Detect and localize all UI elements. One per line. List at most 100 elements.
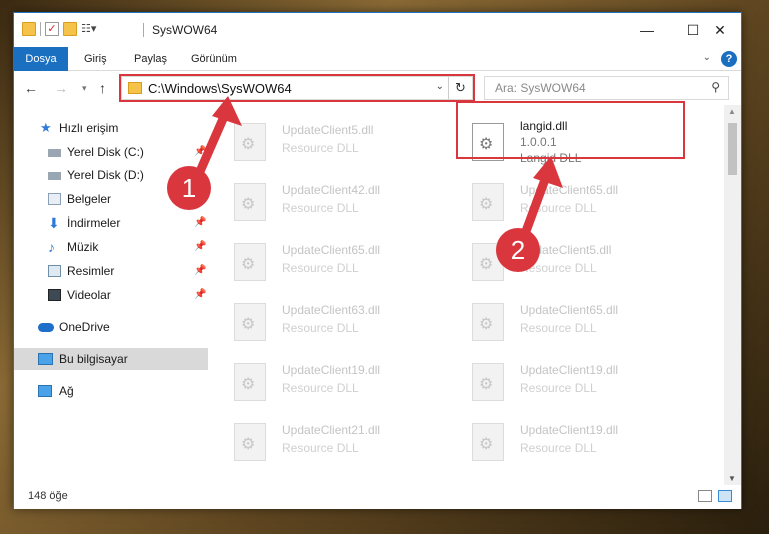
tab-home[interactable]: Giriş	[73, 47, 118, 71]
file-name: UpdateClient19.dll	[520, 363, 619, 377]
file-item[interactable]: UpdateClient19.dll Resource DLL	[210, 357, 430, 407]
up-button[interactable]: ↑	[99, 80, 106, 96]
separator	[143, 23, 144, 37]
file-name: UpdateClient19.dll	[520, 423, 619, 437]
file-item[interactable]: UpdateClient19.dll Resource DLL	[448, 417, 668, 467]
scrollbar-thumb[interactable]	[728, 123, 737, 175]
dll-file-icon	[234, 243, 266, 281]
file-list: UpdateClient5.dll Resource DLL UpdateCli…	[210, 105, 724, 477]
search-placeholder: Ara: SysWOW64	[495, 81, 586, 95]
dll-file-icon	[234, 363, 266, 401]
file-name: UpdateClient5.dll	[282, 123, 374, 137]
step-badge-2: 2	[496, 228, 540, 272]
forward-button[interactable]: →	[54, 80, 68, 96]
sidebar-item-pictures[interactable]: Resimler 📌	[14, 260, 208, 282]
explorer-window: ✓ ☷▾ SysWOW64 — ☐ ✕ Dosya Giriş Paylaş G…	[13, 12, 742, 509]
scroll-down-icon[interactable]: ▼	[728, 474, 736, 483]
sidebar-item-label: Resimler	[67, 264, 115, 278]
computer-icon	[38, 353, 53, 365]
sidebar-item-videos[interactable]: Videolar 📌	[14, 284, 208, 306]
dll-file-icon	[472, 363, 504, 401]
sidebar-item-label: Ağ	[59, 384, 74, 398]
sidebar-item-label: OneDrive	[59, 320, 110, 334]
recent-locations-icon[interactable]: ▾	[82, 83, 87, 94]
pin-icon[interactable]: 📌	[194, 284, 206, 306]
step-badge-1: 1	[167, 166, 211, 210]
file-item[interactable]: UpdateClient19.dll Resource DLL	[448, 357, 668, 407]
music-icon: ♪	[48, 239, 55, 255]
file-type: Resource DLL	[282, 381, 359, 395]
file-type: Resource DLL	[282, 321, 359, 335]
close-button[interactable]: ✕	[697, 13, 743, 47]
file-type: Resource DLL	[520, 441, 597, 455]
sidebar-item-label: Müzik	[67, 240, 99, 254]
title-bar: ✓ ☷▾ SysWOW64 — ☐ ✕	[14, 13, 741, 47]
file-item[interactable]: UpdateClient21.dll Resource DLL	[210, 417, 430, 467]
file-name: UpdateClient19.dll	[282, 363, 381, 377]
pin-icon[interactable]: 📌	[194, 260, 206, 282]
sidebar-item-downloads[interactable]: ⬇ İndirmeler 📌	[14, 212, 208, 234]
navigation-bar: ← → ▾ ↑ C:\Windows\SysWOW64 ⌄ ↻ Ara: Sys…	[14, 71, 741, 105]
details-view-icon[interactable]	[698, 490, 712, 502]
file-type: Resource DLL	[282, 201, 359, 215]
file-type: Resource DLL	[520, 381, 597, 395]
tab-view[interactable]: Görünüm	[180, 47, 248, 71]
file-item[interactable]: UpdateClient63.dll Resource DLL	[210, 297, 430, 347]
file-item[interactable]: UpdateClient65.dll Resource DLL	[448, 297, 668, 347]
pin-icon[interactable]: 📌	[194, 212, 206, 234]
pictures-icon	[48, 265, 61, 277]
videos-icon	[48, 289, 61, 301]
minimize-button[interactable]: —	[624, 13, 670, 47]
sidebar-item-this-pc[interactable]: Bu bilgisayar	[14, 348, 208, 370]
item-count: 148 öğe	[28, 490, 68, 502]
pin-icon[interactable]: 📌	[194, 236, 206, 258]
sidebar-item-onedrive[interactable]: OneDrive	[14, 316, 208, 338]
file-type: Resource DLL	[282, 441, 359, 455]
file-name: UpdateClient21.dll	[282, 423, 381, 437]
drive-icon	[48, 149, 61, 157]
downloads-icon: ⬇	[48, 215, 60, 231]
sidebar-item-label: Hızlı erişim	[59, 121, 119, 135]
scroll-up-icon[interactable]: ▲	[728, 107, 736, 116]
sidebar-item-label: Yerel Disk (C:)	[67, 145, 144, 159]
properties-icon[interactable]: ✓	[45, 22, 59, 36]
file-name: UpdateClient63.dll	[282, 303, 381, 317]
sidebar-item-label: Yerel Disk (D:)	[67, 168, 144, 182]
file-type: Resource DLL	[282, 141, 359, 155]
dll-file-icon	[234, 423, 266, 461]
sidebar-item-label: Belgeler	[67, 192, 112, 206]
file-type: Resource DLL	[520, 321, 597, 335]
file-type: Resource DLL	[282, 261, 359, 275]
cloud-icon	[38, 323, 54, 332]
network-icon	[38, 385, 52, 397]
status-bar: 148 öğe	[14, 485, 741, 509]
documents-icon	[48, 193, 61, 205]
dll-file-icon	[472, 423, 504, 461]
dll-file-icon	[472, 303, 504, 341]
sidebar-item-label: İndirmeler	[67, 216, 121, 230]
sidebar-item-network[interactable]: Ağ	[14, 380, 208, 402]
help-icon[interactable]: ?	[721, 51, 737, 67]
search-icon[interactable]: ⚲	[711, 80, 720, 94]
quick-access-toolbar: ✓ ☷▾	[22, 22, 96, 36]
folder-icon[interactable]	[22, 22, 36, 36]
tab-share[interactable]: Paylaş	[123, 47, 178, 71]
sidebar-item-music[interactable]: ♪ Müzik 📌	[14, 236, 208, 258]
large-icons-view-icon[interactable]	[718, 490, 732, 502]
ribbon-tabs: Dosya Giriş Paylaş Görünüm ⌄ ?	[14, 47, 741, 71]
back-button[interactable]: ←	[24, 80, 38, 96]
new-folder-icon[interactable]	[63, 22, 77, 36]
window-title: SysWOW64	[152, 23, 218, 37]
vertical-scrollbar[interactable]: ▲ ▼	[724, 105, 741, 485]
tab-file[interactable]: Dosya	[14, 47, 68, 71]
chevron-down-icon[interactable]: ⌄	[703, 52, 711, 63]
sidebar-item-label: Bu bilgisayar	[59, 352, 128, 366]
file-name: UpdateClient65.dll	[520, 303, 619, 317]
sidebar-item-label: Videolar	[67, 288, 111, 302]
search-input[interactable]: Ara: SysWOW64 ⚲	[484, 76, 729, 100]
file-name: UpdateClient65.dll	[282, 243, 381, 257]
customize-toolbar-icon[interactable]: ☷▾	[81, 22, 96, 36]
file-item[interactable]: UpdateClient65.dll Resource DLL	[210, 237, 430, 287]
separator	[40, 22, 41, 36]
drive-icon	[48, 172, 61, 180]
